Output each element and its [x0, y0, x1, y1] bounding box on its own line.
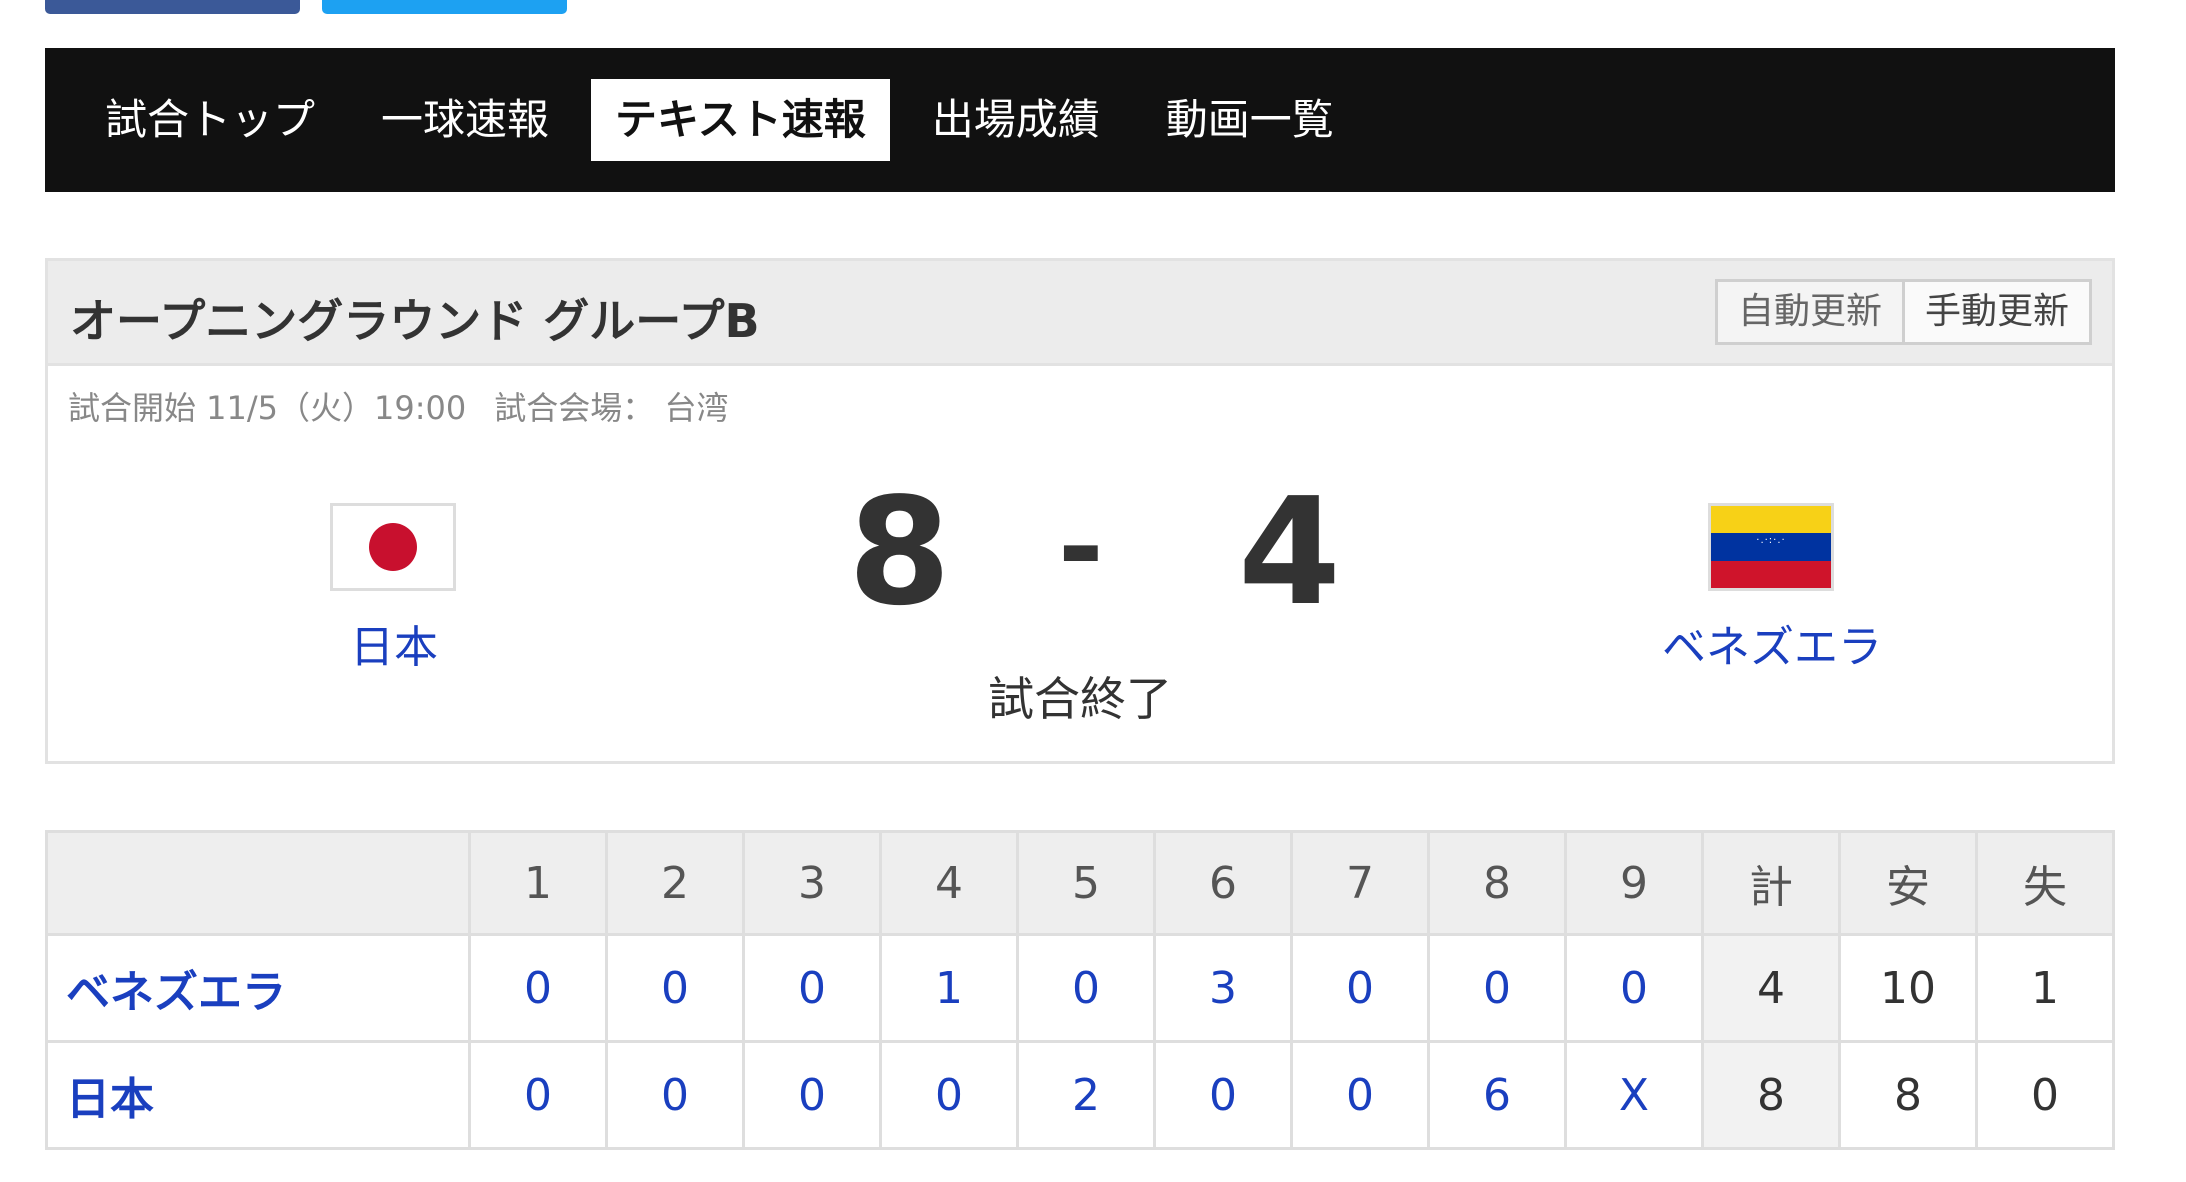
total-runs: 4	[1701, 933, 1841, 1043]
scoreboard-box: オープニングラウンド グループB 自動更新 手動更新 試合開始 11/5（火）1…	[45, 258, 2115, 764]
tab-game-top[interactable]: 試合トップ	[81, 79, 339, 161]
inning-score[interactable]: X	[1564, 1040, 1704, 1150]
header-total: 計	[1701, 830, 1841, 936]
inning-score[interactable]: 0	[1290, 1040, 1430, 1150]
home-score: 8	[848, 466, 951, 638]
total-errors: 0	[1975, 1040, 2115, 1150]
header-team	[45, 830, 471, 936]
inning-score[interactable]: 0	[1564, 933, 1704, 1043]
total-hits: 8	[1838, 1040, 1978, 1150]
scoreboard-header: オープニングラウンド グループB 自動更新 手動更新	[48, 261, 2112, 366]
header-hits: 安	[1838, 830, 1978, 936]
inning-score[interactable]: 0	[742, 1040, 882, 1150]
game-meta: 試合開始 11/5（火）19:00 試合会場： 台湾	[68, 383, 756, 429]
header-inning: 4	[879, 830, 1019, 936]
inning-score[interactable]: 1	[879, 933, 1019, 1043]
linescore-table: 1 2 3 4 5 6 7 8 9 計 安 失 ベネズエラ 0 0 0 1 0 …	[45, 830, 2115, 1150]
inning-score[interactable]: 0	[468, 933, 608, 1043]
header-inning: 2	[605, 830, 745, 936]
inning-score[interactable]: 3	[1153, 933, 1293, 1043]
inning-score[interactable]: 6	[1427, 1040, 1567, 1150]
manual-update-button[interactable]: 手動更新	[1901, 282, 2089, 342]
twitter-share-button[interactable]	[322, 0, 567, 14]
away-score: 4	[1238, 466, 1341, 638]
tab-pitch-by-pitch[interactable]: 一球速報	[357, 79, 573, 161]
inning-score[interactable]: 0	[605, 933, 745, 1043]
total-hits: 10	[1838, 933, 1978, 1043]
inning-score[interactable]: 0	[1290, 933, 1430, 1043]
tab-text-live[interactable]: テキスト速報	[591, 79, 890, 161]
inning-score[interactable]: 0	[468, 1040, 608, 1150]
header-inning: 8	[1427, 830, 1567, 936]
header-inning: 6	[1153, 830, 1293, 936]
inning-score[interactable]: 0	[879, 1040, 1019, 1150]
update-toggle: 自動更新 手動更新	[1714, 279, 2092, 345]
header-inning: 9	[1564, 830, 1704, 936]
facebook-share-button[interactable]	[45, 0, 300, 14]
score-separator: -	[1058, 483, 1104, 611]
header-inning: 1	[468, 830, 608, 936]
away-team-link[interactable]: ベネズエラ	[1662, 611, 1882, 675]
tab-player-stats[interactable]: 出場成績	[908, 79, 1124, 161]
game-venue: 試合会場： 台湾	[494, 389, 729, 427]
tab-videos[interactable]: 動画一覧	[1142, 79, 1358, 161]
home-team-link[interactable]: 日本	[350, 611, 438, 675]
header-inning: 5	[1016, 830, 1156, 936]
header-inning: 7	[1290, 830, 1430, 936]
table-row: 日本 0 0 0 0 2 0 0 6 X 8 8 0	[45, 1040, 2115, 1150]
total-runs: 8	[1701, 1040, 1841, 1150]
header-inning: 3	[742, 830, 882, 936]
table-row: ベネズエラ 0 0 0 1 0 3 0 0 0 4 10 1	[45, 933, 2115, 1043]
team-cell[interactable]: ベネズエラ	[45, 933, 471, 1043]
japan-flag-icon	[330, 503, 456, 591]
header-errors: 失	[1975, 830, 2115, 936]
total-errors: 1	[1975, 933, 2115, 1043]
game-status: 試合終了	[988, 672, 1172, 726]
game-tab-bar: 試合トップ 一球速報 テキスト速報 出場成績 動画一覧	[45, 48, 2115, 192]
inning-score[interactable]: 0	[1427, 933, 1567, 1043]
inning-score[interactable]: 0	[1153, 1040, 1293, 1150]
inning-score[interactable]: 2	[1016, 1040, 1156, 1150]
inning-score[interactable]: 0	[742, 933, 882, 1043]
inning-score[interactable]: 0	[1016, 933, 1156, 1043]
game-start-time: 試合開始 11/5（火）19:00	[68, 389, 467, 427]
team-cell[interactable]: 日本	[45, 1040, 471, 1150]
auto-update-button[interactable]: 自動更新	[1717, 282, 1902, 342]
linescore-header-row: 1 2 3 4 5 6 7 8 9 計 安 失	[45, 830, 2115, 936]
inning-score[interactable]: 0	[605, 1040, 745, 1150]
round-title: オープニングラウンド グループB	[70, 294, 760, 348]
venezuela-flag-icon: ·.·:·.·	[1708, 503, 1834, 591]
